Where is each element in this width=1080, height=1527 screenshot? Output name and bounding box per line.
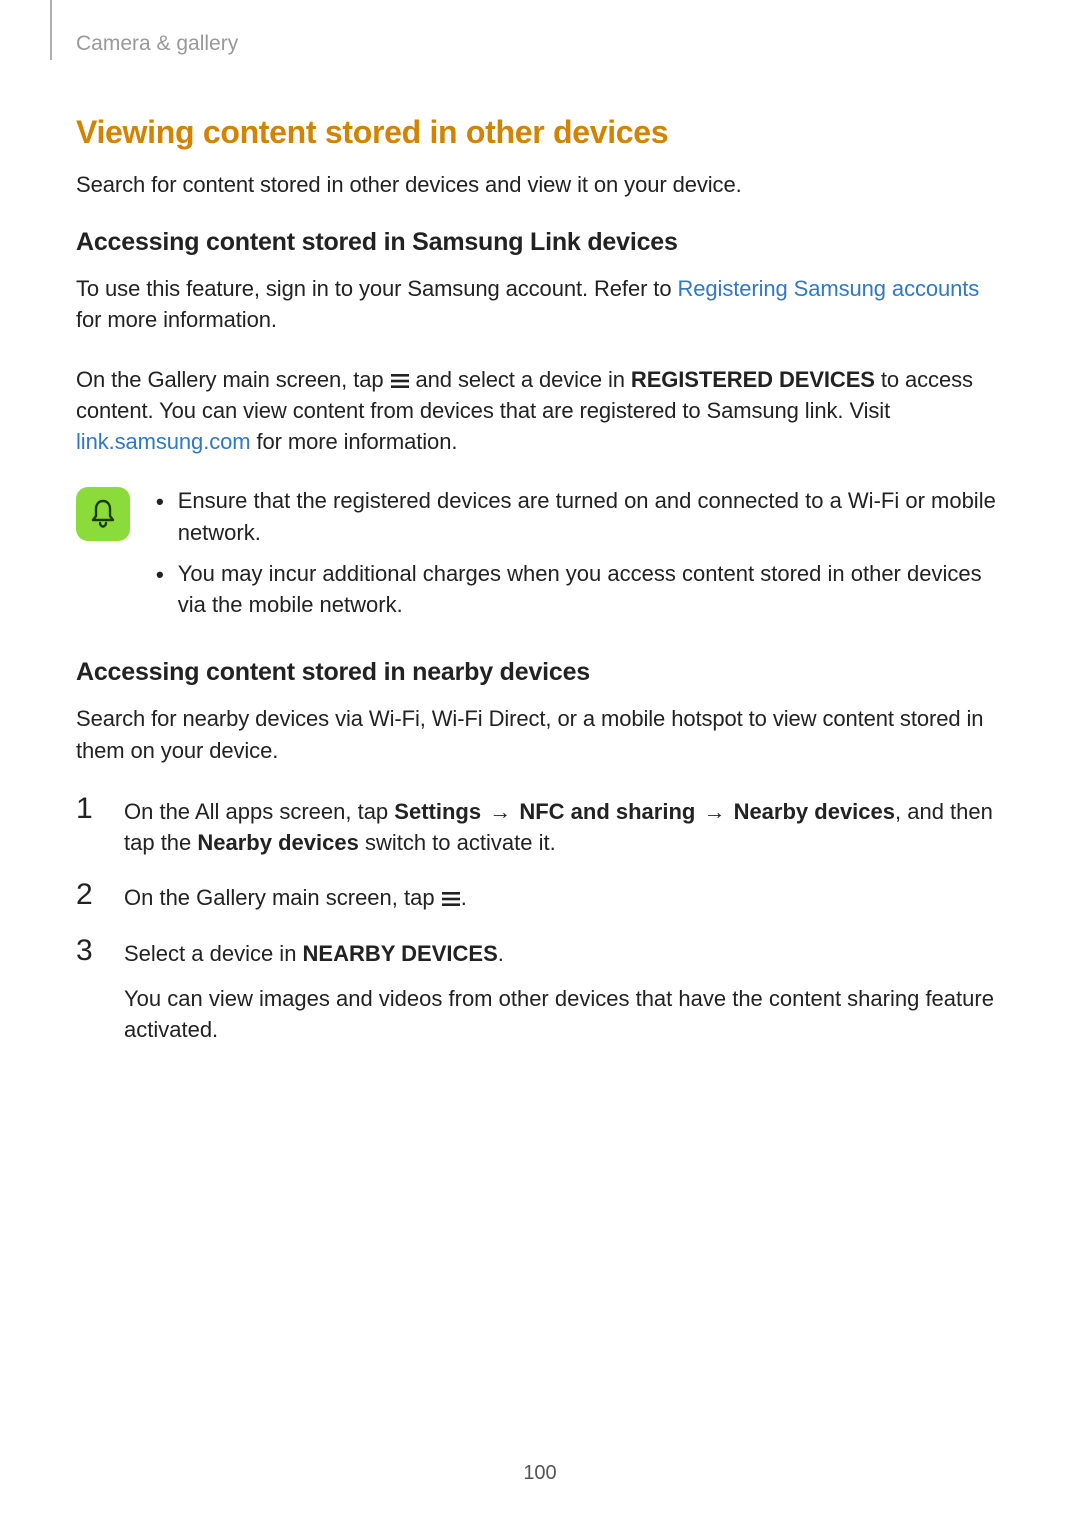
step-body: Select a device in NEARBY DEVICES. You c… <box>124 936 1004 1046</box>
breadcrumb: Camera & gallery <box>76 32 1004 56</box>
step-body: On the All apps screen, tap Settings → N… <box>124 794 1004 858</box>
step-number: 2 <box>76 880 106 910</box>
text-run: . <box>498 941 504 966</box>
bold-text: REGISTERED DEVICES <box>631 367 875 392</box>
bullet-dot: • <box>156 485 164 517</box>
menu-icon <box>390 373 410 389</box>
text-run: and select a device in <box>410 367 631 392</box>
bold-text: NFC and sharing <box>519 799 695 824</box>
text-run: . <box>461 885 467 910</box>
arrow-separator: → <box>481 799 519 824</box>
bold-text: Settings <box>394 799 481 824</box>
link-registering-samsung-accounts[interactable]: Registering Samsung accounts <box>677 276 979 301</box>
page-number: 100 <box>0 1462 1080 1485</box>
bullet-dot: • <box>156 558 164 590</box>
step-body: On the Gallery main screen, tap . <box>124 880 1004 913</box>
menu-icon <box>441 891 461 907</box>
text-run: for more information. <box>76 307 277 332</box>
bullet-text: You may incur additional charges when yo… <box>178 558 1004 620</box>
subsection-heading-samsung-link: Accessing content stored in Samsung Link… <box>76 228 1004 257</box>
bold-text: Nearby devices <box>734 799 895 824</box>
note-block: • Ensure that the registered devices are… <box>76 485 1004 630</box>
bullet-text: Ensure that the registered devices are t… <box>178 485 1004 547</box>
notice-bell-icon <box>76 487 130 541</box>
note-bullet: • Ensure that the registered devices are… <box>156 485 1004 547</box>
step-sub-paragraph: You can view images and videos from othe… <box>124 983 1004 1045</box>
text-run: On the All apps screen, tap <box>124 799 394 824</box>
text-run: Select a device in <box>124 941 303 966</box>
subsection-heading-nearby-devices: Accessing content stored in nearby devic… <box>76 658 1004 687</box>
step-number: 1 <box>76 794 106 824</box>
bold-text: Nearby devices <box>197 830 358 855</box>
arrow-separator: → <box>695 799 733 824</box>
text-run: switch to activate it. <box>359 830 556 855</box>
note-bullet: • You may incur additional charges when … <box>156 558 1004 620</box>
intro-paragraph: Search for content stored in other devic… <box>76 169 1004 200</box>
left-margin-rule <box>50 0 52 60</box>
paragraph: On the Gallery main screen, tap and sele… <box>76 364 1004 458</box>
numbered-step: 2 On the Gallery main screen, tap . <box>76 880 1004 913</box>
text-run: On the Gallery main screen, tap <box>124 885 441 910</box>
numbered-step: 3 Select a device in NEARBY DEVICES. You… <box>76 936 1004 1046</box>
text-run: for more information. <box>250 429 457 454</box>
link-samsung-com[interactable]: link.samsung.com <box>76 429 250 454</box>
section-heading: Viewing content stored in other devices <box>76 114 1004 151</box>
text-run: To use this feature, sign in to your Sam… <box>76 276 677 301</box>
paragraph: Search for nearby devices via Wi-Fi, Wi-… <box>76 703 1004 765</box>
bold-text: NEARBY DEVICES <box>303 941 498 966</box>
text-run: On the Gallery main screen, tap <box>76 367 390 392</box>
paragraph: To use this feature, sign in to your Sam… <box>76 273 1004 335</box>
numbered-step: 1 On the All apps screen, tap Settings →… <box>76 794 1004 858</box>
step-number: 3 <box>76 936 106 966</box>
